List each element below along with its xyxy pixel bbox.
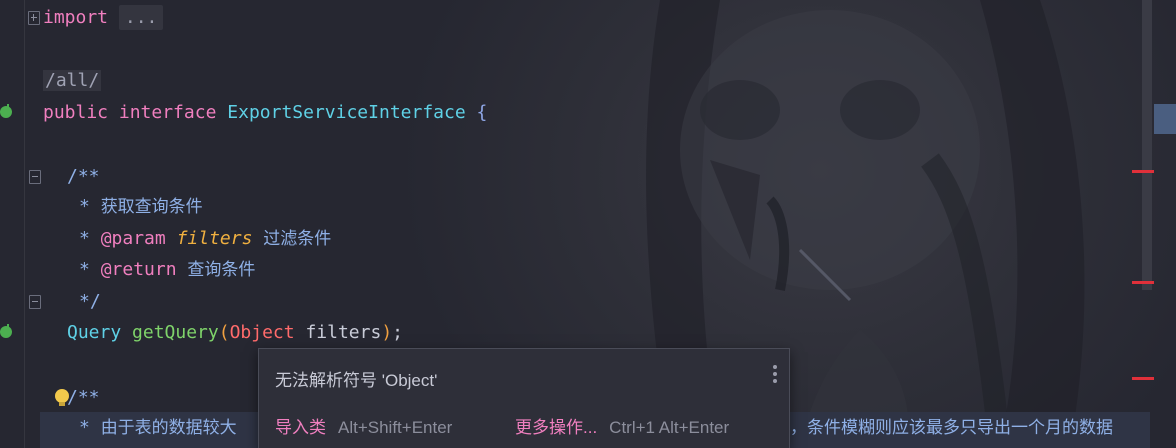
more-options-icon[interactable] [773,365,777,385]
keyword-public: public [43,102,109,123]
code-line-method: Query getQuery(Object filters); [67,318,403,348]
code-line-path-comment: /all/ [43,66,102,96]
doc-param-name: filters [176,228,253,249]
import-class-shortcut: Alt+Shift+Enter [338,418,453,437]
code-line-import: import ... [43,3,164,33]
doc-param-tag: @param [100,228,166,249]
keyword-import: import [43,7,109,28]
error-marker[interactable] [1132,377,1154,380]
code-line-doc-param: * @param filters 过滤条件 [79,224,331,254]
doc-star: * [79,228,90,249]
fold-minus-icon[interactable] [29,170,41,184]
doc2-text-left: 由于表的数据较大 [100,418,237,438]
scrollbar-thumb[interactable] [1154,104,1176,134]
code-editor[interactable]: import ... /all/ public interface Export… [0,0,1176,448]
keyword-interface: interface [118,102,217,123]
path-comment: /all/ [43,70,102,91]
popup-title: 无法解析符号 'Object' [275,371,438,390]
code-line-interface: public interface ExportServiceInterface … [43,98,487,128]
doc-param-description: 过滤条件 [263,229,332,249]
code-line-doc2-open: /** [67,387,100,408]
gutter-border [24,0,25,448]
error-marker[interactable] [1132,281,1154,284]
code-line-doc-open: /** [67,166,100,187]
unresolved-type[interactable]: Object [230,322,295,343]
code-line-doc-desc: * 获取查询条件 [79,192,203,222]
more-actions-action[interactable]: 更多操作... Ctrl+1 Alt+Enter [515,413,729,438]
doc-return-tag: @return [100,259,177,280]
semicolon: ; [392,322,403,343]
implementation-arrow-icon [7,104,9,114]
doc-star: * [79,417,90,438]
fold-minus-icon[interactable] [29,295,41,309]
import-class-link[interactable]: 导入类 [275,418,326,437]
import-class-action[interactable]: 导入类 Alt+Shift+Enter [275,413,452,438]
paren-open: ( [218,322,230,343]
implementation-gutter-icon[interactable] [0,106,12,118]
fold-plus-icon[interactable] [28,11,40,25]
open-brace: { [476,102,488,123]
doc-star: * [79,259,90,280]
paren-close: ) [381,322,393,343]
doc-return-description: 查询条件 [187,260,256,280]
quick-fix-popup: 无法解析符号 'Object' 导入类 Alt+Shift+Enter 更多操作.… [258,348,790,448]
interface-name: ExportServiceInterface [227,102,466,123]
error-marker[interactable] [1132,170,1154,173]
code-line-doc2-text-right: ，条件模糊则应该最多只导出一个月的数据 [790,418,1113,438]
more-actions-shortcut: Ctrl+1 Alt+Enter [609,418,730,437]
code-line-doc2-text-left: * 由于表的数据较大 [79,413,237,443]
implementation-gutter-icon[interactable] [0,326,12,338]
folded-imports[interactable]: ... [118,5,164,30]
more-actions-link[interactable]: 更多操作... [515,418,597,437]
doc-description: 获取查询条件 [100,197,203,217]
code-line-doc-close: */ [79,291,101,312]
vertical-scrollbar[interactable] [1142,0,1152,290]
method-name: getQuery [132,322,219,343]
return-type: Query [67,322,122,343]
doc-star: * [79,196,90,217]
param-name: filters [305,322,382,343]
implementation-arrow-icon [7,324,9,334]
code-line-doc-return: * @return 查询条件 [79,255,255,285]
